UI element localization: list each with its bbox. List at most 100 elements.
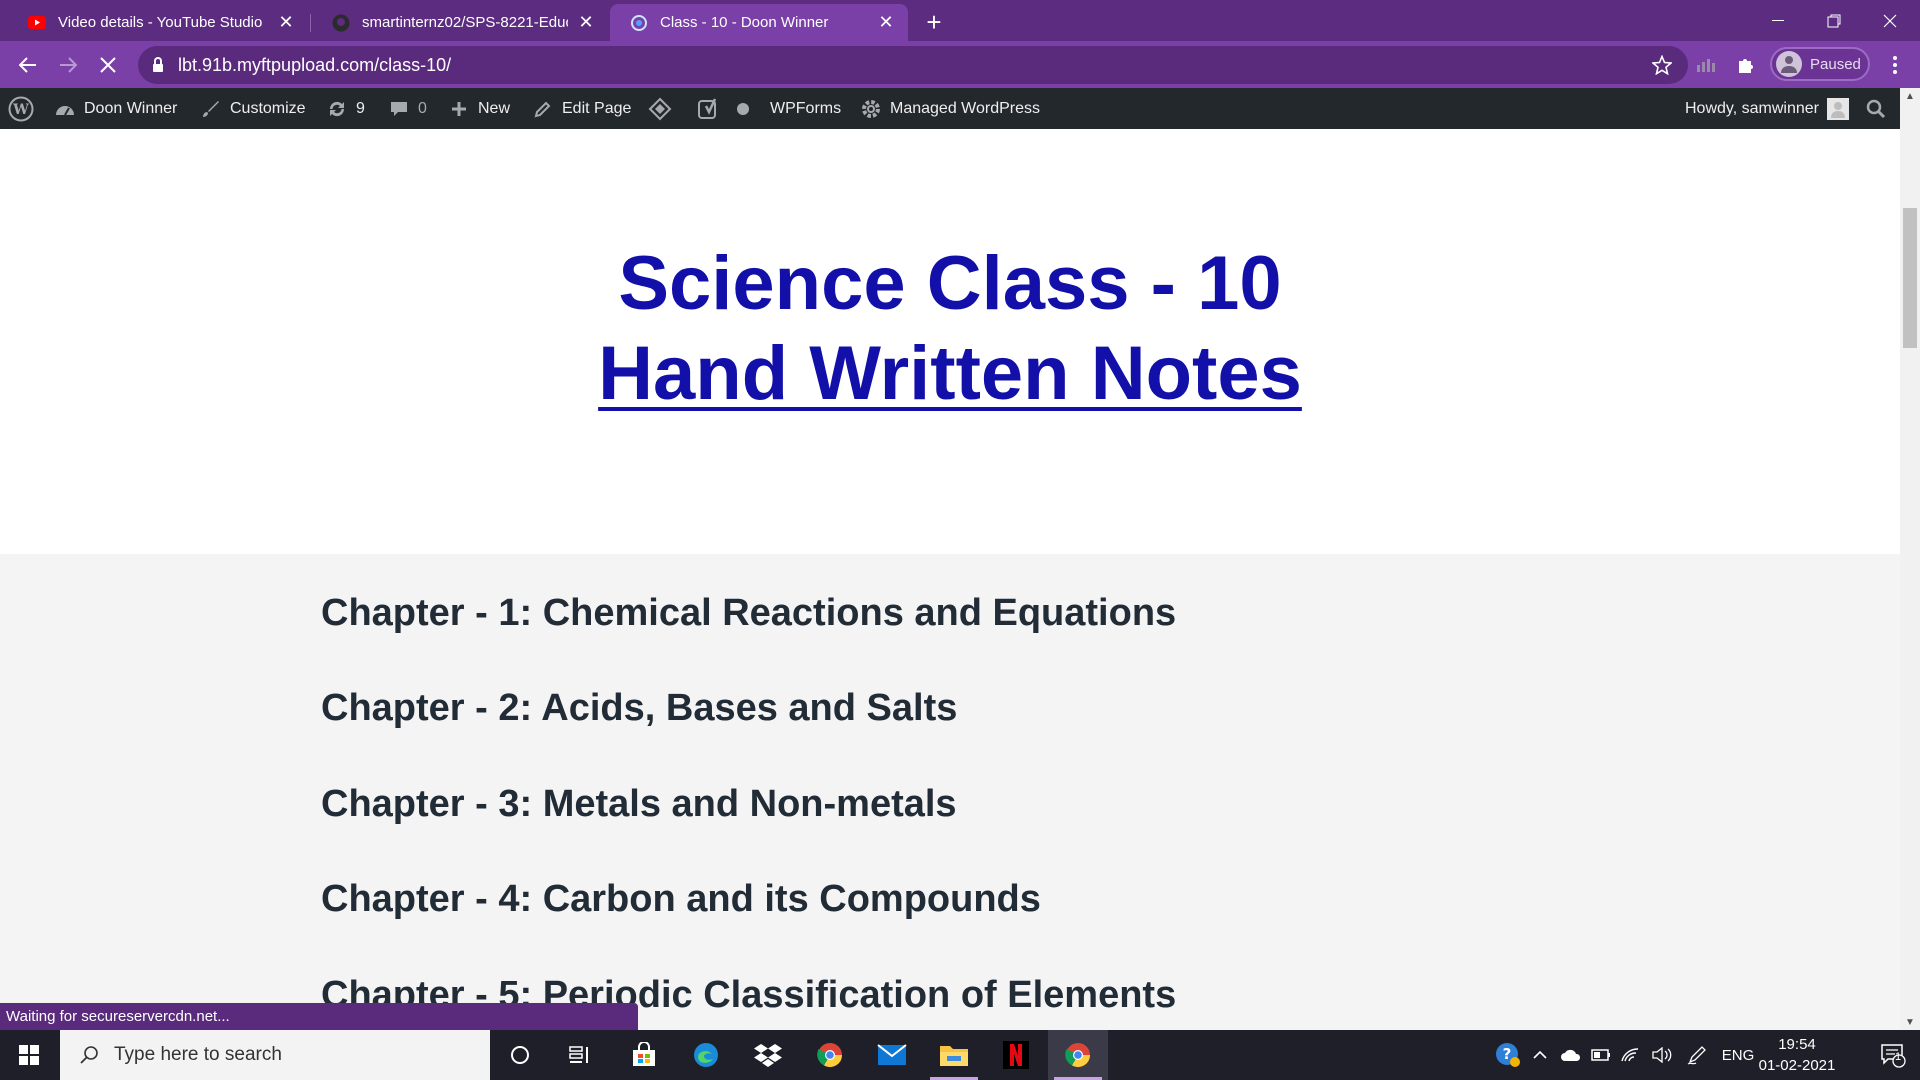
netflix-icon[interactable] [986, 1030, 1046, 1080]
managed-label: Managed WordPress [890, 99, 1040, 117]
page-subtitle-text[interactable]: Hand Written Notes [598, 331, 1302, 416]
comments-link[interactable]: 0 [388, 88, 427, 129]
hero-section: Science Class - 10 Hand Written Notes [0, 129, 1900, 554]
youtube-icon [28, 14, 46, 32]
clock-date: 01-02-2021 [1758, 1057, 1836, 1074]
new-label: New [478, 99, 511, 117]
new-content-link[interactable]: New [448, 88, 510, 129]
tab-youtube-studio[interactable]: Video details - YouTube Studio ✕ [8, 4, 308, 41]
extensions-puzzle-icon[interactable] [1730, 49, 1762, 81]
dashboard-icon [54, 98, 76, 120]
minimize-button[interactable] [1748, 0, 1808, 41]
tab-title: smartinternz02/SPS-8221-Educat [362, 14, 568, 31]
site-icon [630, 14, 648, 32]
address-bar[interactable]: lbt.91b.myftpupload.com/class-10/ [138, 46, 1688, 84]
customize-link[interactable]: Customize [200, 88, 306, 129]
edge-icon[interactable] [676, 1030, 736, 1080]
wpforms-link[interactable]: WPForms [770, 88, 841, 129]
tab-github[interactable]: smartinternz02/SPS-8221-Educat ✕ [312, 4, 608, 41]
tab-separator [310, 14, 311, 32]
file-explorer-icon[interactable] [924, 1030, 984, 1080]
close-tab-icon[interactable]: ✕ [576, 12, 596, 33]
wifi-icon[interactable] [1616, 1030, 1644, 1080]
battery-icon[interactable] [1588, 1030, 1614, 1080]
chevron-up-icon[interactable] [1528, 1030, 1552, 1080]
profile-button[interactable]: Paused [1770, 47, 1870, 81]
edit-page-label: Edit Page [562, 99, 632, 117]
chapter-list: Chapter - 1: Chemical Reactions and Equa… [0, 554, 1900, 1030]
comment-icon [388, 98, 410, 120]
updates-count: 9 [356, 99, 365, 117]
pen-workspace-icon[interactable] [1682, 1030, 1712, 1080]
wordpress-logo-icon[interactable]: W [8, 88, 34, 129]
notification-center-icon[interactable]: 1 [1866, 1030, 1920, 1080]
updates-link[interactable]: 9 [326, 88, 365, 129]
restore-button[interactable] [1804, 0, 1864, 41]
new-tab-button[interactable]: + [918, 6, 950, 38]
site-name-link[interactable]: Doon Winner [54, 88, 177, 129]
tab-title: Video details - YouTube Studio [58, 14, 263, 31]
mail-icon[interactable] [862, 1030, 922, 1080]
stop-loading-button[interactable] [90, 47, 126, 83]
avatar [1776, 51, 1802, 77]
page-content: Science Class - 10 Hand Written Notes Ch… [0, 129, 1900, 1030]
volume-icon[interactable] [1648, 1030, 1676, 1080]
my-account-link[interactable]: Howdy, samwinner [1685, 88, 1849, 129]
customize-label: Customize [230, 99, 306, 117]
windows-start-icon[interactable] [0, 1030, 58, 1080]
edit-page-link[interactable]: Edit Page [532, 88, 631, 129]
close-tab-icon[interactable]: ✕ [876, 12, 896, 33]
status-bubble: Waiting for secureservercdn.net... [0, 1003, 638, 1030]
wp-admin-bar: W Doon Winner Customize 9 0 New Edit Pag… [0, 88, 1900, 129]
chapter-link[interactable]: Chapter - 1: Chemical Reactions and Equa… [321, 592, 1176, 635]
help-tray-icon[interactable]: ? [1490, 1030, 1526, 1080]
extension-chart-icon[interactable] [1690, 49, 1722, 81]
lock-icon[interactable] [150, 56, 166, 74]
search-icon [74, 1045, 104, 1065]
bookmark-star-icon[interactable] [1648, 55, 1676, 75]
pencil-icon [532, 98, 554, 120]
managed-wordpress-link[interactable]: Managed WordPress [860, 88, 1040, 129]
scroll-down-arrow-icon[interactable]: ▼ [1900, 1014, 1920, 1030]
admin-search-icon[interactable] [1866, 88, 1886, 129]
brush-icon [200, 98, 222, 120]
diamond-plugin-icon[interactable] [648, 88, 672, 129]
url-text[interactable]: lbt.91b.myftpupload.com/class-10/ [178, 55, 1648, 76]
site-name: Doon Winner [84, 99, 178, 117]
tab-doon-winner[interactable]: Class - 10 - Doon Winner ✕ [610, 4, 908, 41]
tab-title: Class - 10 - Doon Winner [660, 14, 829, 31]
scrollbar-thumb[interactable] [1903, 208, 1917, 348]
chapter-link[interactable]: Chapter - 3: Metals and Non-metals [321, 783, 957, 826]
vertical-scrollbar[interactable]: ▲ ▼ [1900, 88, 1920, 1030]
clock[interactable]: 19:54 01-02-2021 [1752, 1034, 1842, 1076]
cortana-icon[interactable] [490, 1030, 550, 1080]
page-subtitle: Hand Written Notes [0, 329, 1900, 419]
search-placeholder: Type here to search [114, 1044, 282, 1065]
comments-count: 0 [418, 99, 427, 117]
seo-status-dot-icon [736, 88, 750, 129]
forward-button[interactable] [50, 47, 86, 83]
chrome-active-icon[interactable] [1048, 1030, 1108, 1080]
taskbar: Type here to search ? ENG 19:54 01-02-20… [0, 1030, 1920, 1080]
onedrive-cloud-icon[interactable] [1556, 1030, 1586, 1080]
close-tab-icon[interactable]: ✕ [276, 12, 296, 33]
notification-count: 1 [1895, 1051, 1902, 1063]
svg-text:?: ? [1503, 1045, 1512, 1063]
task-view-icon[interactable] [550, 1030, 610, 1080]
yoast-seo-icon[interactable] [698, 88, 720, 129]
chapter-link[interactable]: Chapter - 4: Carbon and its Compounds [321, 878, 1041, 921]
close-window-button[interactable] [1860, 0, 1920, 41]
chrome-icon[interactable] [800, 1030, 860, 1080]
scroll-up-arrow-icon[interactable]: ▲ [1900, 88, 1920, 104]
updates-icon [326, 98, 348, 120]
gear-icon [860, 98, 882, 120]
more-menu-icon[interactable] [1880, 47, 1910, 83]
taskbar-search-box[interactable]: Type here to search [60, 1030, 490, 1080]
howdy-label: Howdy, samwinner [1685, 99, 1819, 117]
chapter-link[interactable]: Chapter - 2: Acids, Bases and Salts [321, 687, 957, 730]
store-icon[interactable] [614, 1030, 674, 1080]
user-avatar [1826, 97, 1849, 120]
dropbox-icon[interactable] [738, 1030, 798, 1080]
back-button[interactable] [10, 47, 46, 83]
toolbar: lbt.91b.myftpupload.com/class-10/ Paused [0, 41, 1920, 88]
